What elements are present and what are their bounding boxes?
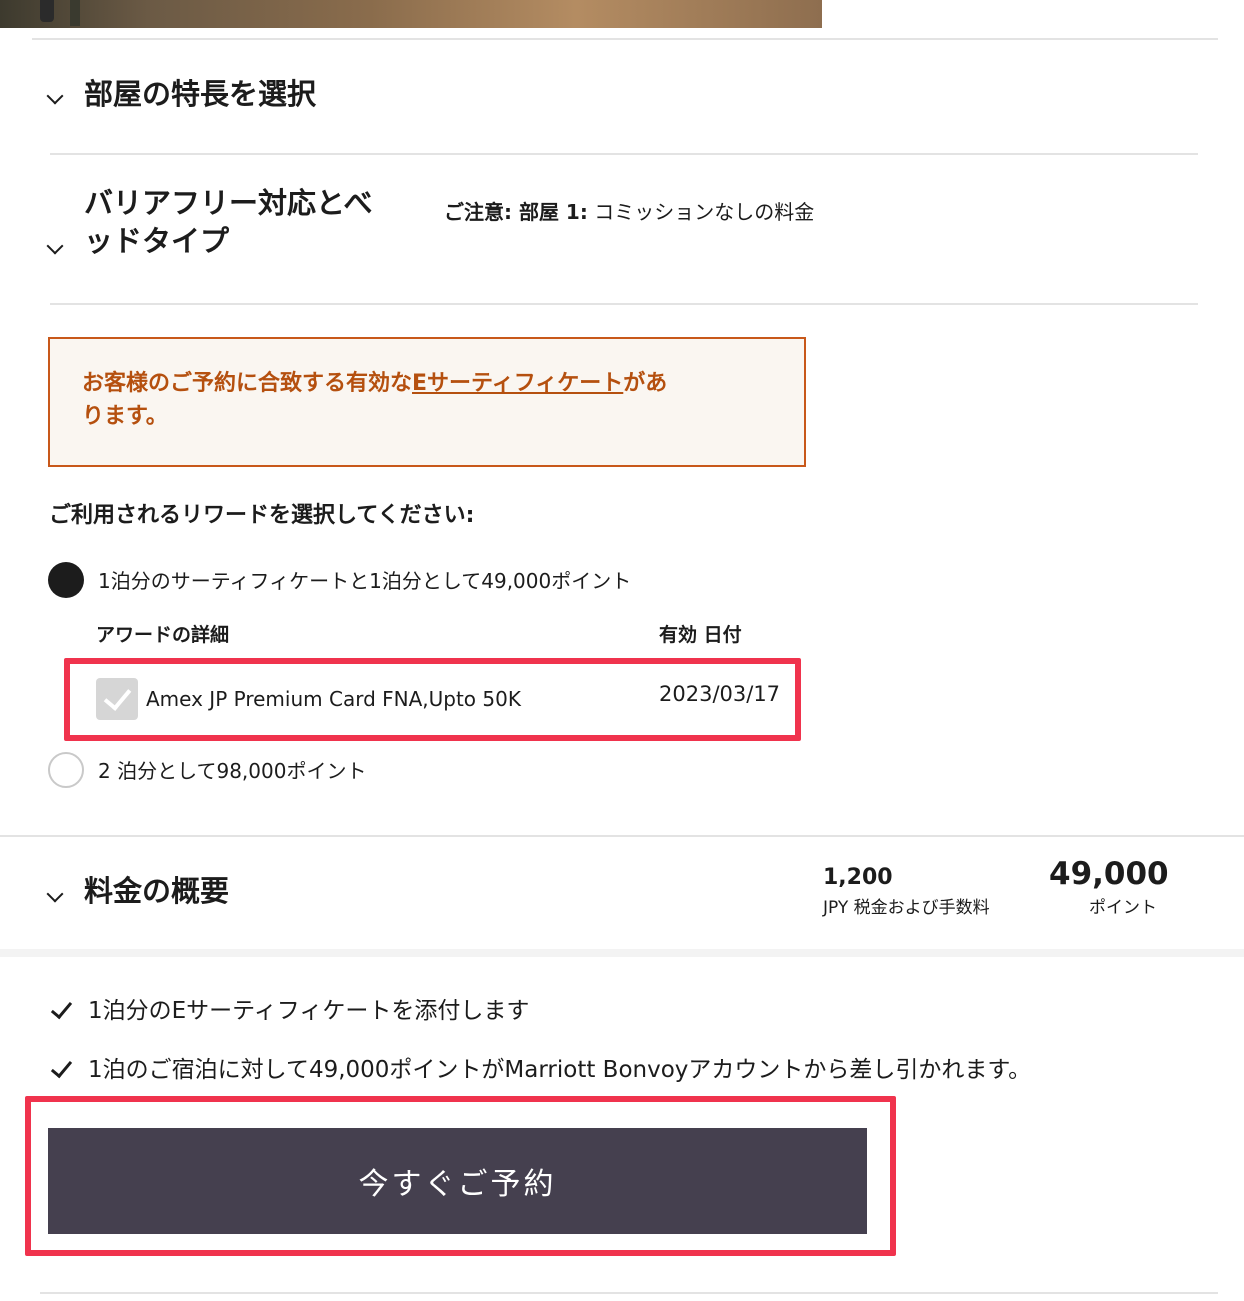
certificate-alert: お客様のご予約に合致する有効なEサーティフィケートがあ ります。 [48, 337, 806, 467]
section-title: 部屋の特長を選択 [84, 77, 317, 111]
radio-selected-icon[interactable] [48, 562, 84, 598]
alert-line1: お客様のご予約に合致する有効なEサーティフィケートがあ [82, 367, 774, 400]
reward-option-1[interactable]: 1泊分のサーティフィケートと1泊分として49,000ポイント [46, 560, 746, 600]
confirmation-text: 1泊のご宿泊に対して49,000ポイントがMarriott Bonvoyアカウン… [88, 1057, 1032, 1083]
alert-line2: ります。 [82, 404, 168, 429]
reward-option-label: 2 泊分として98,000ポイント [98, 759, 367, 783]
points-amount: 49,000 [1049, 856, 1169, 892]
room-notice-prefix: ご注意: 部屋 1: [444, 200, 588, 224]
taxes-label: JPY 税金および手数料 [823, 898, 990, 918]
room-image [0, 0, 822, 28]
radio-unselected-icon[interactable] [48, 752, 84, 788]
chevron-down-icon [46, 885, 64, 903]
highlight-box [64, 658, 801, 741]
taxes-amount: 1,200 [823, 865, 893, 890]
room-image-detail [40, 0, 54, 22]
accessibility-section-header[interactable]: バリアフリー対応とべ ッドタイプ ご注意: 部屋 1: コミッションなしの料金 [0, 180, 1244, 280]
alert-text: があ [623, 371, 668, 396]
award-details-header: アワードの詳細 [96, 624, 230, 646]
confirmation-item: 1泊のご宿泊に対して49,000ポイントがMarriott Bonvoyアカウン… [46, 1047, 1196, 1087]
highlight-box [25, 1096, 896, 1256]
valid-date-header: 有効 日付 [659, 624, 742, 646]
points-label: ポイント [1089, 898, 1157, 918]
divider [50, 153, 1198, 155]
divider [32, 38, 1218, 40]
room-features-section-header[interactable]: 部屋の特長を選択 [0, 60, 1244, 140]
section-title-line2: ッドタイプ [84, 224, 230, 258]
reward-question: ご利用されるリワードを選択してください: [49, 503, 475, 528]
room-image-detail [70, 0, 80, 26]
section-title-line1: バリアフリー対応とべ [84, 186, 373, 220]
room-notice-text: コミッションなしの料金 [587, 200, 815, 224]
divider [0, 835, 1244, 837]
confirmation-item: 1泊分のEサーティフィケートを添付します [46, 988, 1146, 1028]
chevron-down-icon [46, 87, 64, 105]
chevron-down-icon [46, 237, 64, 255]
rate-summary-header[interactable]: 料金の概要 1,200 JPY 税金および手数料 49,000 ポイント [0, 850, 1244, 940]
section-band [0, 949, 1244, 957]
divider [50, 303, 1198, 305]
check-icon [50, 1055, 73, 1079]
confirmation-text: 1泊分のEサーティフィケートを添付します [88, 998, 530, 1024]
check-icon [50, 996, 73, 1020]
room-notice: ご注意: 部屋 1: コミッションなしの料金 [444, 198, 814, 226]
e-certificate-link[interactable]: Eサーティフィケート [412, 371, 623, 396]
alert-text: お客様のご予約に合致する有効な [82, 371, 413, 396]
divider [40, 1292, 1218, 1294]
section-title: 料金の概要 [84, 874, 230, 908]
reward-option-2[interactable]: 2 泊分として98,000ポイント [46, 750, 546, 790]
reward-option-label: 1泊分のサーティフィケートと1泊分として49,000ポイント [98, 569, 632, 593]
